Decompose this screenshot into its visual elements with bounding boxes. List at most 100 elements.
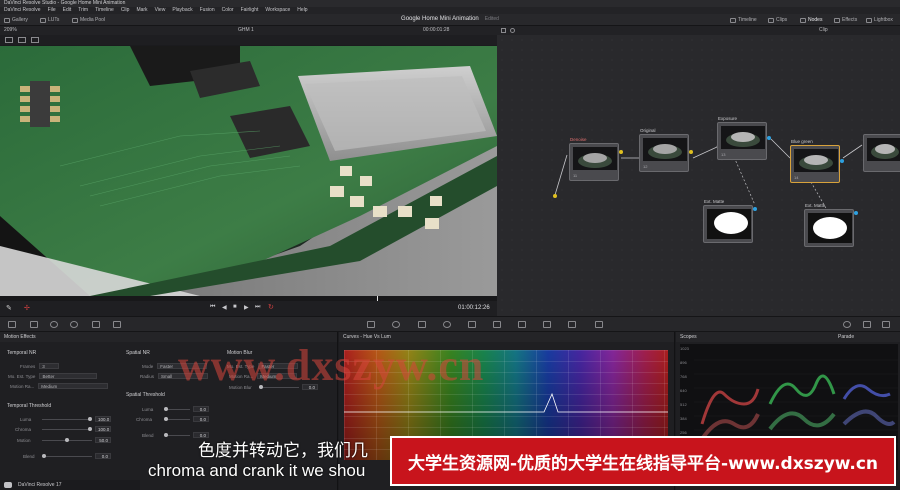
tt-motion-slider[interactable]: [42, 437, 92, 442]
lightbox-button[interactable]: Lightbox: [866, 16, 893, 24]
node-ext-matte-2[interactable]: Ext. Matte: [804, 203, 854, 247]
play-icon[interactable]: ▶: [244, 304, 249, 311]
blur-icon[interactable]: [518, 321, 526, 328]
tt-chroma-slider[interactable]: [42, 426, 92, 431]
timeline-button[interactable]: Timeline: [730, 16, 757, 24]
curves-icon[interactable]: [367, 321, 375, 328]
zoom-level[interactable]: 209%: [4, 26, 17, 35]
qualifier-icon[interactable]: [418, 321, 426, 328]
matte-pin[interactable]: [753, 207, 757, 211]
panel-title: Scopes: [676, 332, 900, 342]
loop-playback-icon[interactable]: ↻: [268, 303, 274, 311]
temporal-nr-heading: Temporal NR: [7, 350, 37, 356]
node-denoise[interactable]: Denoise 11: [569, 137, 619, 181]
sizing-icon[interactable]: [568, 321, 576, 328]
keyframes-icon[interactable]: [843, 321, 851, 328]
menu-item[interactable]: File: [48, 7, 56, 14]
color-match-icon[interactable]: [30, 321, 38, 328]
node-graph[interactable]: Denoise 11 Original 12 Exposure 13 Blue …: [497, 35, 900, 316]
frames-dropdown[interactable]: 3: [39, 363, 60, 369]
tracker-icon[interactable]: [468, 321, 476, 328]
record-timecode: 01:00:12:26: [458, 305, 490, 311]
rgb-mixer-icon[interactable]: [70, 321, 78, 328]
pen-tool-icon[interactable]: ✎: [6, 304, 12, 312]
matte-pin[interactable]: [854, 211, 858, 215]
tt-blend-slider[interactable]: [42, 453, 92, 458]
color-wheels-icon[interactable]: [50, 321, 58, 328]
clips-icon: [768, 17, 774, 23]
scope-mode-select[interactable]: Parade: [838, 334, 854, 340]
node-thumbnail: [867, 138, 900, 161]
node-next[interactable]: [863, 134, 900, 172]
menu-item[interactable]: View: [155, 7, 166, 14]
magic-mask-icon[interactable]: [493, 321, 501, 328]
node-original[interactable]: Original 12: [639, 128, 689, 172]
node-ext-matte-1[interactable]: Ext. Matte: [703, 199, 753, 243]
luts-button[interactable]: LUTs: [40, 16, 59, 24]
menu-item[interactable]: Edit: [63, 7, 72, 14]
warper-icon[interactable]: [392, 321, 400, 328]
nodes-button[interactable]: Nodes: [800, 16, 822, 24]
highlight-icon[interactable]: [31, 37, 39, 43]
video-viewer[interactable]: [0, 46, 497, 296]
loop-icon[interactable]: ✢: [24, 304, 30, 312]
menu-item[interactable]: Fairlight: [241, 7, 259, 14]
menu-item[interactable]: Help: [297, 7, 307, 14]
menu-item[interactable]: Timeline: [95, 7, 114, 14]
menu-item[interactable]: Clip: [121, 7, 130, 14]
watermark: www.dxszyw.cn: [178, 341, 485, 390]
menu-item[interactable]: Color: [222, 7, 234, 14]
wipe-icon[interactable]: [18, 37, 26, 43]
media-pool-button[interactable]: Media Pool: [72, 16, 105, 24]
mo-est-dropdown[interactable]: Better: [39, 373, 98, 379]
motion-range-dropdown[interactable]: Medium: [38, 383, 109, 389]
gallery-button[interactable]: Gallery: [4, 16, 28, 24]
clips-button[interactable]: Clips: [768, 16, 787, 24]
node-exposure[interactable]: Exposure 13: [717, 116, 767, 160]
menu-item[interactable]: Workspace: [265, 7, 290, 14]
output-pin[interactable]: [689, 150, 693, 154]
hdr-icon[interactable]: [113, 321, 121, 328]
tt-blend-row: Blend 0.0: [23, 453, 111, 459]
menu-item[interactable]: Mark: [136, 7, 147, 14]
hand-icon[interactable]: [510, 28, 515, 33]
motion-range-row: Motion Ra... Medium: [10, 383, 109, 389]
pointer-icon[interactable]: [501, 28, 506, 33]
window-title: DaVinci Resolve Studio - Google Home Min…: [0, 0, 900, 7]
clip-name[interactable]: GHM 1: [238, 26, 254, 35]
node-thumbnail: [721, 126, 765, 149]
st-luma-slider[interactable]: [164, 406, 190, 411]
input-pin[interactable]: [553, 194, 557, 198]
output-pin[interactable]: [840, 159, 844, 163]
menu-item[interactable]: DaVinci Resolve: [4, 7, 41, 14]
go-to-start-icon[interactable]: ⏮: [210, 304, 215, 311]
node-mode-select[interactable]: Clip: [819, 26, 828, 35]
promo-banner-text: 大学生资源网-优质的大学生在线指导平台-www.dxszyw.cn: [407, 453, 879, 474]
go-to-end-icon[interactable]: ⏭: [255, 304, 260, 311]
scopes-icon[interactable]: [863, 321, 871, 328]
st-chroma-slider[interactable]: [164, 416, 190, 421]
window-icon[interactable]: [443, 321, 451, 328]
effects-button[interactable]: Effects: [834, 16, 857, 24]
key-icon[interactable]: [543, 321, 551, 328]
effects-icon: [834, 17, 840, 23]
menu-item[interactable]: Trim: [78, 7, 88, 14]
stop-icon[interactable]: ■: [233, 304, 237, 310]
camera-raw-icon[interactable]: [8, 321, 16, 328]
viewer-header: 209% GHM 1 00:00:01:28: [0, 26, 497, 35]
node-blue-green[interactable]: Blue green 14: [790, 139, 840, 183]
motion-effects-icon[interactable]: [92, 321, 100, 328]
menu-item[interactable]: Playback: [172, 7, 192, 14]
step-back-icon[interactable]: ◀: [222, 304, 227, 311]
output-pin[interactable]: [619, 150, 623, 154]
tt-luma-slider[interactable]: [42, 416, 92, 421]
menu-item[interactable]: Fusion: [200, 7, 215, 14]
st-blend-slider[interactable]: [164, 432, 190, 437]
output-pin[interactable]: [767, 136, 771, 140]
info-icon[interactable]: [882, 321, 890, 328]
spatial-threshold-heading: Spatial Threshold: [126, 392, 165, 398]
split-icon[interactable]: [5, 37, 13, 43]
3d-icon[interactable]: [595, 321, 603, 328]
promo-banner: 大学生资源网-优质的大学生在线指导平台-www.dxszyw.cn: [390, 436, 896, 486]
gallery-icon: [4, 17, 10, 23]
